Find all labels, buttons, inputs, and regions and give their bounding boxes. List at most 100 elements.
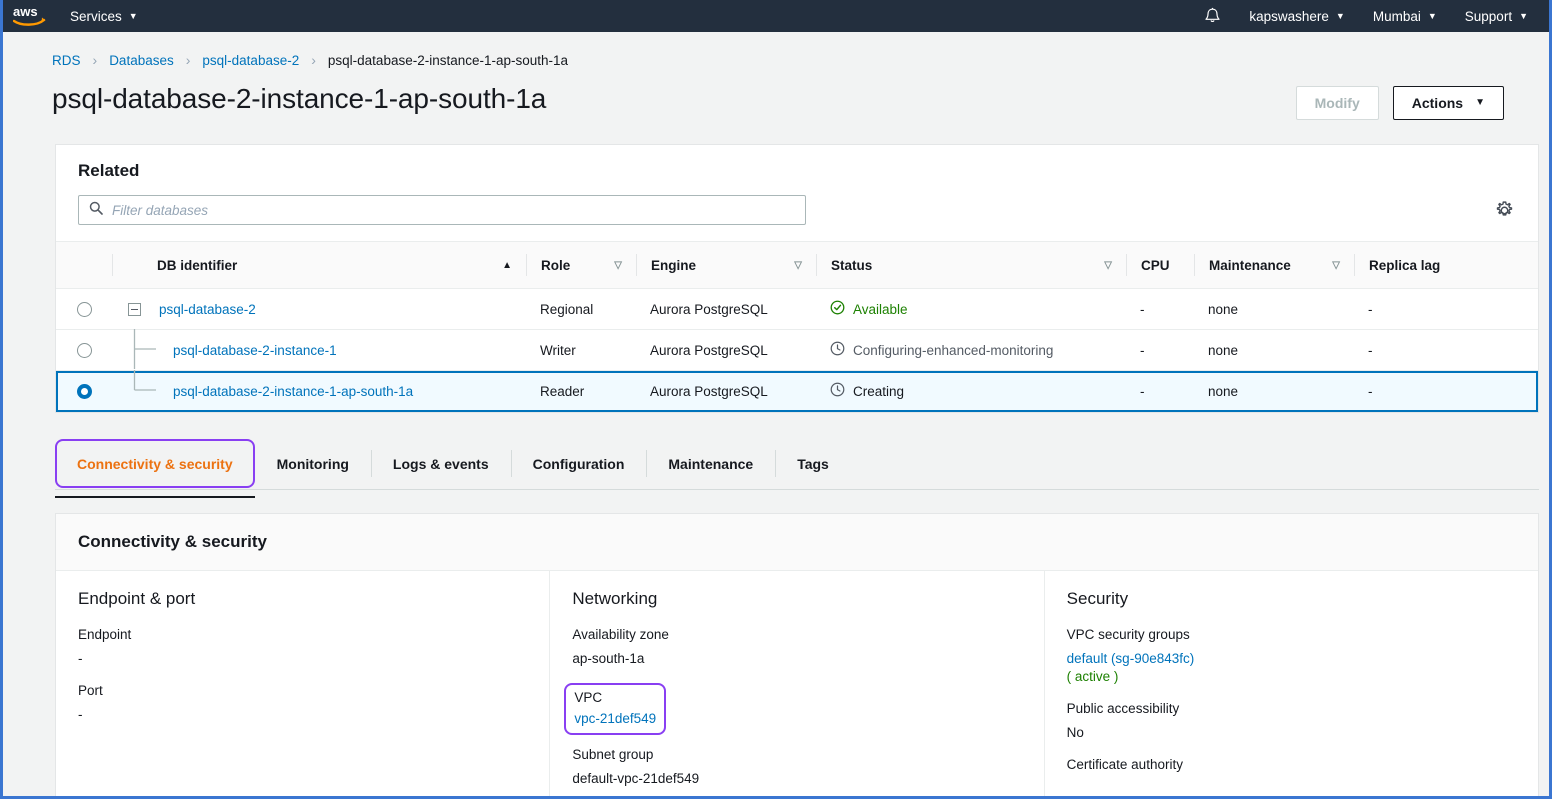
security-column: Security VPC security groups default (sg… bbox=[1043, 571, 1538, 796]
row-maintenance: none bbox=[1208, 342, 1239, 358]
row-maintenance: none bbox=[1208, 383, 1239, 399]
tab-connectivity-security[interactable]: Connectivity & security bbox=[55, 439, 255, 498]
row-status: Creating bbox=[853, 383, 905, 399]
header-actions: Modify Actions ▼ bbox=[1295, 82, 1504, 120]
support-label: Support bbox=[1464, 8, 1513, 24]
vpc-security-group-link[interactable]: default (sg-90e843fc) bbox=[1067, 651, 1195, 666]
services-menu[interactable]: Services ▼ bbox=[70, 9, 138, 24]
row-radio[interactable] bbox=[76, 383, 92, 399]
support-menu[interactable]: Support ▼ bbox=[1451, 9, 1542, 24]
th-role[interactable]: Role ▽ bbox=[526, 241, 636, 289]
row-maintenance-cell: none bbox=[1194, 288, 1354, 330]
browser-viewport: aws Services ▼ kapswashere ▼ Mumbai ▼ Su… bbox=[0, 0, 1552, 799]
vpc-security-groups-label: VPC security groups bbox=[1066, 627, 1190, 642]
account-menu[interactable]: kapswashere ▼ bbox=[1235, 9, 1358, 24]
th-engine[interactable]: Engine ▽ bbox=[636, 241, 816, 289]
th-engine-label: Engine bbox=[651, 257, 697, 273]
tree-branch-icon bbox=[128, 328, 173, 372]
breadcrumb-item-rds[interactable]: RDS bbox=[52, 53, 81, 68]
detail-panel-title: Connectivity & security bbox=[56, 514, 1538, 571]
filter-databases-box[interactable] bbox=[78, 195, 806, 225]
th-db-identifier[interactable]: DB identifier ▲ bbox=[112, 241, 526, 289]
page-header: psql-database-2-instance-1-ap-south-1a M… bbox=[3, 68, 1549, 120]
db-identifier-link[interactable]: psql-database-2 bbox=[159, 302, 256, 317]
table-header-row: DB identifier ▲ Role ▽ Engine ▽ Status ▽… bbox=[56, 241, 1538, 289]
availability-zone-field: Availability zone ap-south-1a bbox=[572, 627, 1021, 666]
breadcrumb-item-psql-database-2[interactable]: psql-database-2 bbox=[202, 53, 299, 68]
endpoint-port-heading: Endpoint & port bbox=[78, 589, 196, 608]
row-select-cell[interactable] bbox=[56, 329, 112, 371]
row-replica-lag: - bbox=[1368, 342, 1373, 358]
th-db-identifier-label: DB identifier bbox=[157, 257, 238, 273]
row-cpu: - bbox=[1140, 342, 1145, 358]
actions-label: Actions bbox=[1411, 95, 1464, 111]
vpc-link[interactable]: vpc-21def549 bbox=[574, 711, 656, 726]
modify-button[interactable]: Modify bbox=[1295, 86, 1379, 120]
page-title: psql-database-2-instance-1-ap-south-1a bbox=[52, 83, 547, 114]
breadcrumb-item-current: psql-database-2-instance-1-ap-south-1a bbox=[327, 52, 569, 68]
services-label: Services bbox=[70, 8, 122, 24]
row-engine: Aurora PostgreSQL bbox=[650, 342, 768, 358]
row-role: Writer bbox=[540, 342, 576, 358]
region-menu[interactable]: Mumbai ▼ bbox=[1359, 9, 1451, 24]
check-circle-icon bbox=[830, 300, 845, 318]
th-role-label: Role bbox=[541, 257, 571, 273]
availability-zone-value: ap-south-1a bbox=[572, 651, 645, 666]
connectivity-security-panel: Connectivity & security Endpoint & port … bbox=[55, 513, 1539, 796]
vpc-field[interactable]: VPC vpc-21def549 bbox=[564, 683, 667, 735]
related-databases-table: DB identifier ▲ Role ▽ Engine ▽ Status ▽… bbox=[56, 241, 1538, 412]
tab-configuration[interactable]: Configuration bbox=[510, 438, 647, 489]
row-radio[interactable] bbox=[76, 301, 92, 317]
row-db-identifier-cell: psql-database-2 bbox=[112, 288, 526, 330]
row-role-cell: Reader bbox=[526, 370, 636, 412]
search-icon bbox=[89, 201, 103, 220]
actions-button[interactable]: Actions ▼ bbox=[1392, 86, 1504, 120]
table-row[interactable]: psql-database-2-instance-1 Writer Aurora… bbox=[56, 328, 1538, 372]
table-body: psql-database-2 Regional Aurora PostgreS… bbox=[56, 288, 1538, 412]
row-radio[interactable] bbox=[76, 342, 92, 358]
th-maintenance[interactable]: Maintenance ▽ bbox=[1194, 241, 1354, 289]
breadcrumb-item-databases[interactable]: Databases bbox=[109, 53, 174, 68]
row-replica-lag: - bbox=[1368, 383, 1373, 399]
page-content: RDS › Databases › psql-database-2 › psql… bbox=[3, 32, 1549, 796]
detail-tabs: Connectivity & security Monitoring Logs … bbox=[55, 438, 1539, 498]
table-row[interactable]: psql-database-2 Regional Aurora PostgreS… bbox=[56, 288, 1538, 330]
tab-tags[interactable]: Tags bbox=[775, 438, 851, 489]
breadcrumb-separator-icon: › bbox=[311, 52, 316, 68]
tab-maintenance[interactable]: Maintenance bbox=[646, 438, 775, 489]
region-label: Mumbai bbox=[1372, 8, 1421, 24]
th-replica-lag: Replica lag bbox=[1354, 241, 1538, 289]
related-panel: Related Filter databases DB identifier ▲… bbox=[55, 144, 1539, 413]
row-select-cell[interactable] bbox=[56, 288, 112, 330]
tab-monitoring[interactable]: Monitoring bbox=[255, 438, 371, 489]
security-heading: Security bbox=[1066, 589, 1129, 608]
row-maintenance: none bbox=[1208, 301, 1239, 317]
filter-row bbox=[56, 181, 1538, 241]
db-identifier-link[interactable]: psql-database-2-instance-1 bbox=[173, 343, 337, 358]
filter-databases-input[interactable] bbox=[112, 202, 795, 218]
row-engine-cell: Aurora PostgreSQL bbox=[636, 370, 816, 412]
aws-global-navigation: aws Services ▼ kapswashere ▼ Mumbai ▼ Su… bbox=[3, 0, 1549, 32]
port-value: - bbox=[78, 707, 83, 722]
svg-text:aws: aws bbox=[13, 5, 38, 19]
chevron-down-icon: ▼ bbox=[1519, 10, 1528, 21]
sort-icon: ▽ bbox=[1104, 259, 1112, 271]
row-status: Configuring-enhanced-monitoring bbox=[853, 342, 1054, 358]
subnet-group-value: default-vpc-21def549 bbox=[572, 771, 700, 786]
sort-icon: ▽ bbox=[1332, 259, 1340, 271]
row-role-cell: Writer bbox=[526, 329, 636, 371]
account-label: kapswashere bbox=[1249, 8, 1329, 24]
th-status[interactable]: Status ▽ bbox=[816, 241, 1126, 289]
aws-logo[interactable]: aws bbox=[3, 5, 52, 27]
db-identifier-link[interactable]: psql-database-2-instance-1-ap-south-1a bbox=[173, 384, 413, 399]
tab-logs-events[interactable]: Logs & events bbox=[370, 438, 511, 489]
gear-icon[interactable] bbox=[1493, 199, 1516, 222]
table-row[interactable]: psql-database-2-instance-1-ap-south-1a R… bbox=[56, 369, 1538, 412]
bell-icon[interactable] bbox=[1190, 7, 1235, 25]
chevron-down-icon: ▼ bbox=[1335, 10, 1345, 21]
vpc-label: VPC bbox=[574, 690, 603, 705]
row-select-cell[interactable] bbox=[56, 370, 112, 412]
sort-icon: ▽ bbox=[794, 259, 802, 271]
collapse-icon[interactable] bbox=[128, 302, 141, 316]
clock-icon bbox=[830, 382, 845, 400]
